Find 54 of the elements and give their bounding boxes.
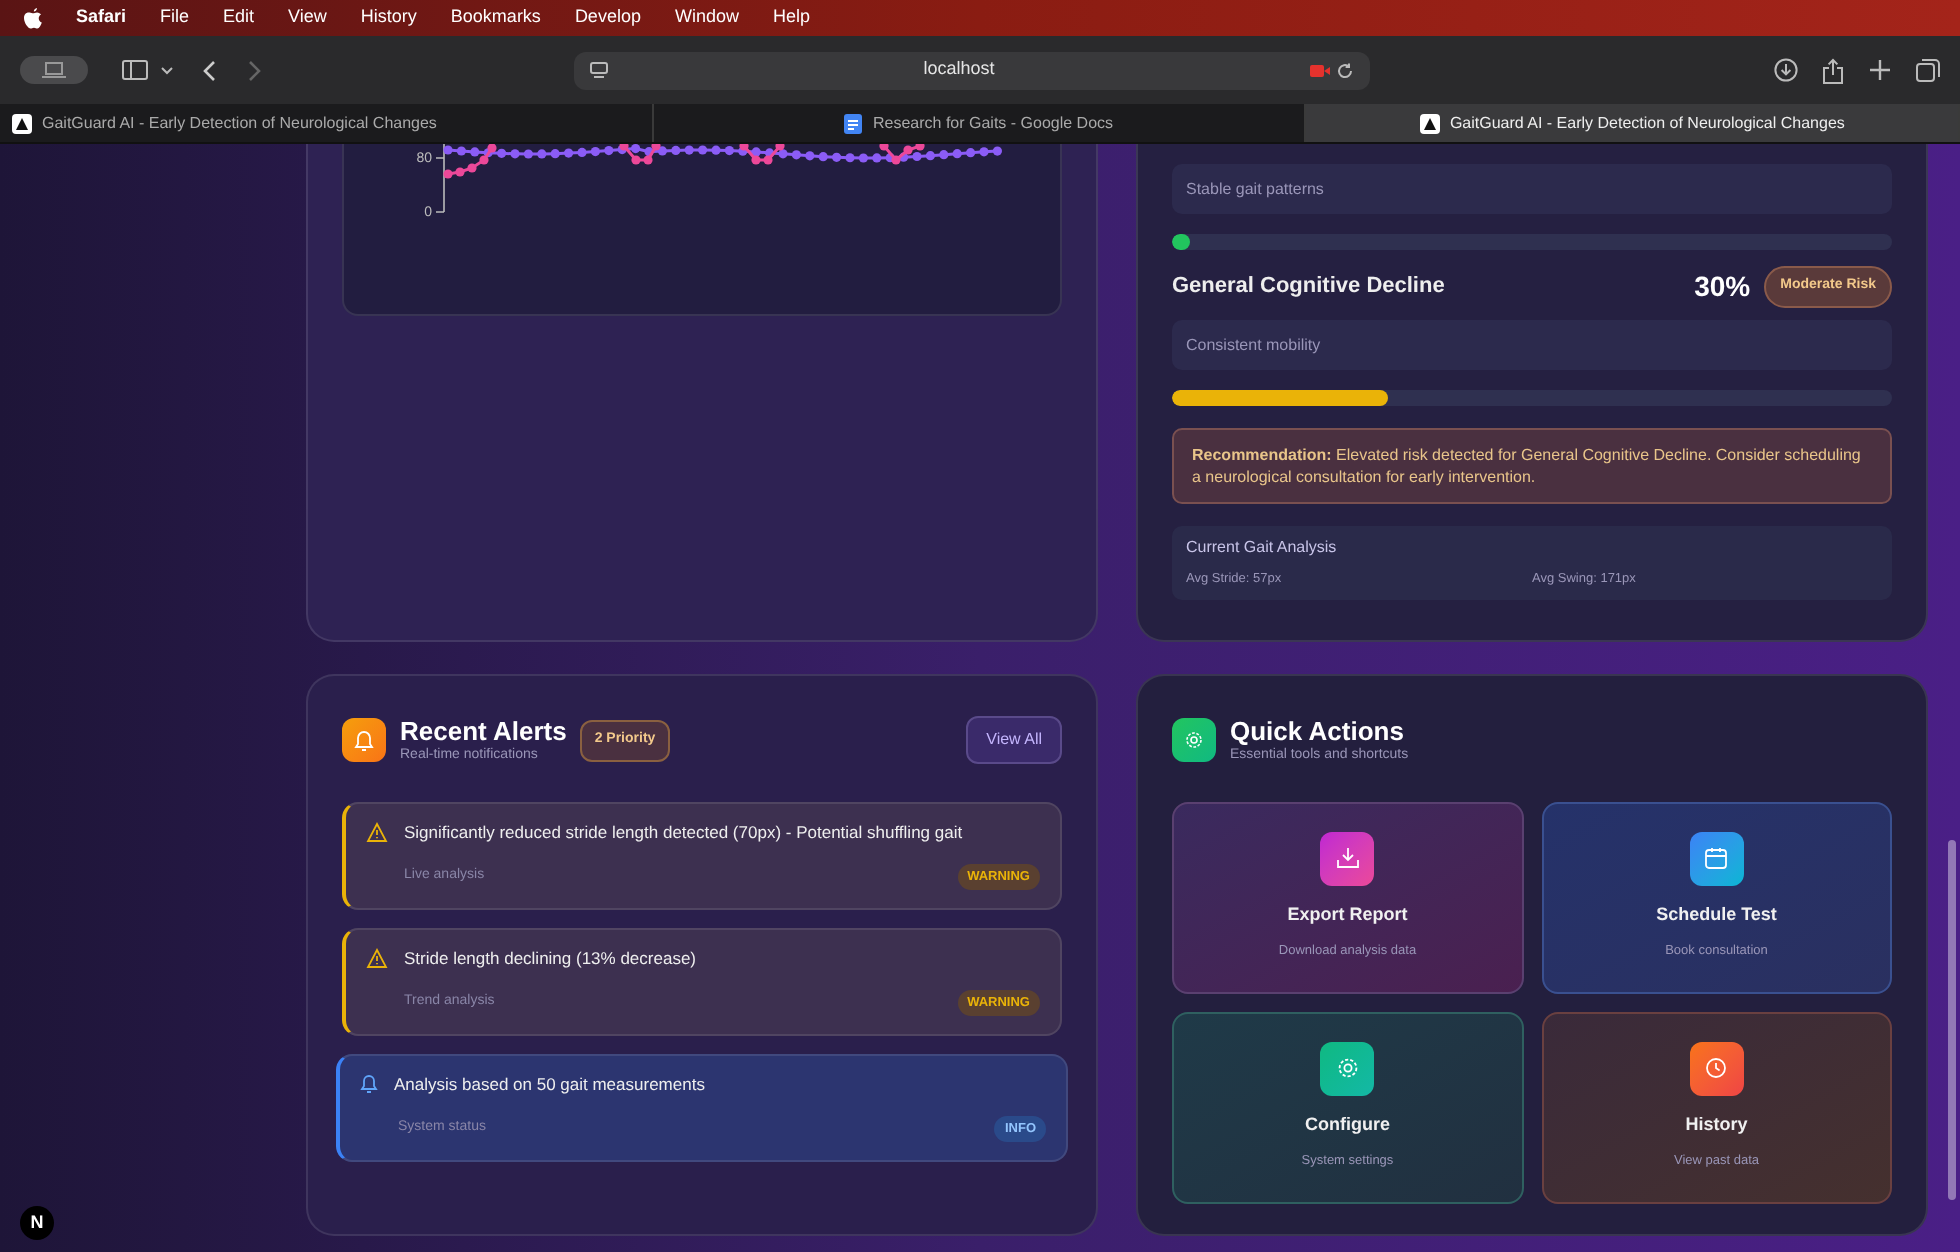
menu-item[interactable]: Edit — [223, 4, 255, 32]
risk-name: General Cognitive Decline — [1172, 272, 1447, 303]
section-title: Current Gait Analysis — [1186, 536, 1339, 560]
plus-icon[interactable] — [1870, 60, 1890, 80]
browser-tab[interactable]: Research for Gaits - Google Docs — [653, 104, 1307, 142]
sidebar-toggle-button[interactable] — [20, 56, 88, 84]
url-text: localhost — [921, 56, 997, 83]
sidebar-icon[interactable] — [122, 60, 148, 80]
apple-icon[interactable] — [24, 7, 42, 29]
address-bar[interactable]: localhost — [574, 51, 1370, 89]
dev-indicator[interactable]: N — [20, 1206, 54, 1240]
bell-icon — [354, 729, 374, 751]
bell-icon — [360, 1074, 378, 1095]
risk-description: Consistent mobility — [1186, 333, 1321, 357]
menu-item[interactable]: View — [288, 4, 327, 32]
card-title: Quick Actions — [1230, 716, 1404, 746]
triangle-logo-icon — [12, 113, 32, 133]
menu-item[interactable]: Help — [772, 4, 810, 32]
tabs-overview-icon[interactable] — [1916, 58, 1940, 82]
axis-drawing — [435, 144, 445, 213]
camera-icon — [1310, 63, 1330, 77]
app-menu[interactable]: Safari — [76, 4, 127, 32]
gear-icon — [1184, 730, 1204, 750]
card-title: Recent Alerts — [400, 716, 567, 746]
menu-item[interactable]: Develop — [574, 4, 641, 32]
alert-message: Analysis based on 50 gait measurements — [394, 1071, 705, 1097]
warning-icon — [366, 948, 388, 969]
calendar-icon — [1704, 846, 1729, 871]
scrollbar[interactable] — [1948, 840, 1956, 1200]
forward-icon[interactable] — [248, 59, 262, 81]
reload-icon[interactable] — [1336, 61, 1354, 79]
chevron-down-icon[interactable] — [160, 65, 174, 75]
alert-message: Significantly reduced stride length detected (70px) - Potential shuffling gait — [404, 819, 963, 845]
browser-tab[interactable]: GaitGuard AI - Early Detection of Neurological Changes — [1306, 104, 1960, 142]
back-icon[interactable] — [202, 59, 216, 81]
alert-message: Stride length declining (13% decrease) — [404, 945, 697, 971]
gear-icon — [1335, 1056, 1360, 1081]
download-icon — [1335, 846, 1360, 871]
menu-item[interactable]: Window — [674, 4, 739, 32]
menu-item[interactable]: History — [360, 4, 417, 32]
clock-icon — [1704, 1056, 1729, 1081]
download-icon[interactable] — [1774, 58, 1798, 82]
menu-item[interactable]: File — [160, 4, 190, 32]
warning-icon — [366, 822, 388, 843]
recommendation-text: Recommendation: Elevated risk detected for General Cognitive Decline. Consider scheduling a neurological consultation for early intervention. — [1172, 428, 1892, 504]
page-icon — [590, 62, 608, 78]
triangle-logo-icon — [1419, 113, 1440, 133]
share-icon[interactable] — [1822, 57, 1844, 83]
risk-description: Stable gait patterns — [1186, 177, 1324, 201]
laptop-icon — [42, 62, 66, 78]
view-all-button[interactable]: View All — [966, 716, 1062, 764]
menu-item[interactable]: Bookmarks — [450, 4, 541, 32]
document-icon — [844, 113, 863, 133]
risk-percent: 30% — [1694, 268, 1751, 306]
